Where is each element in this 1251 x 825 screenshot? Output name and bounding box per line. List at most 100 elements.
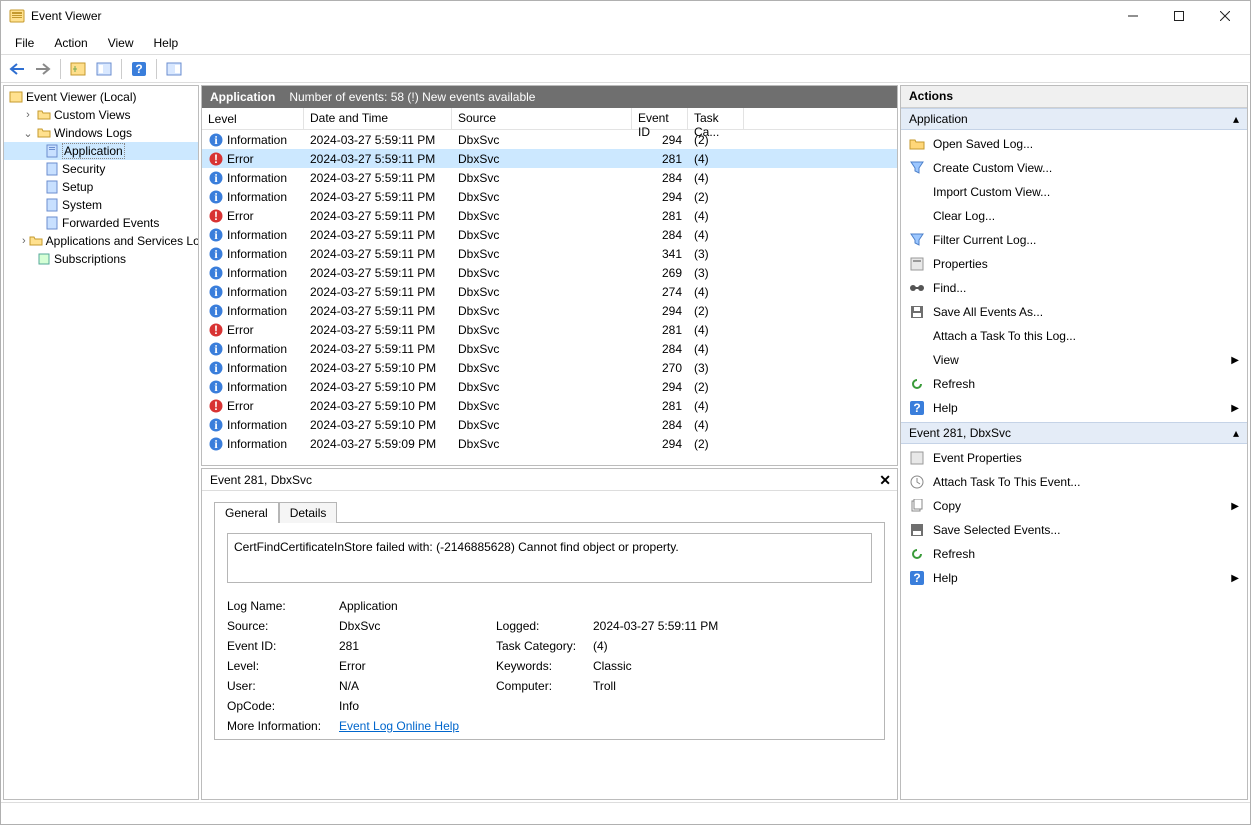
actions-pane: Actions Application ▴ Open Saved Log... … (900, 85, 1248, 800)
event-row[interactable]: !Error2024-03-27 5:59:11 PMDbxSvc281(4) (202, 206, 897, 225)
cell-eventid: 281 (632, 323, 688, 337)
tree-custom-views[interactable]: › Custom Views (4, 106, 198, 124)
event-list-header: Application Number of events: 58 (!) New… (202, 86, 897, 108)
lbl-keywords: Keywords: (496, 659, 591, 673)
svg-text:?: ? (135, 62, 142, 76)
event-row[interactable]: iInformation2024-03-27 5:59:10 PMDbxSvc2… (202, 415, 897, 434)
event-row[interactable]: iInformation2024-03-27 5:59:10 PMDbxSvc2… (202, 358, 897, 377)
val-source: DbxSvc (339, 619, 494, 633)
cell-task: (4) (688, 323, 744, 337)
tab-details[interactable]: Details (279, 502, 338, 523)
window-title: Event Viewer (31, 9, 1110, 23)
action-help-evt[interactable]: ?Help▶ (901, 566, 1247, 590)
nav-forward-button[interactable] (31, 57, 55, 81)
event-row[interactable]: iInformation2024-03-27 5:59:11 PMDbxSvc2… (202, 339, 897, 358)
action-save-all-events[interactable]: Save All Events As... (901, 300, 1247, 324)
expand-icon[interactable]: › (22, 109, 34, 121)
event-row[interactable]: iInformation2024-03-27 5:59:11 PMDbxSvc2… (202, 225, 897, 244)
action-open-saved-log[interactable]: Open Saved Log... (901, 132, 1247, 156)
action-clear-log[interactable]: Clear Log... (901, 204, 1247, 228)
info-icon: i (208, 265, 224, 281)
action-view[interactable]: View▶ (901, 348, 1247, 372)
event-row[interactable]: iInformation2024-03-27 5:59:11 PMDbxSvc2… (202, 168, 897, 187)
tree-security[interactable]: Security (4, 160, 198, 178)
action-find[interactable]: Find... (901, 276, 1247, 300)
show-actions-pane-button[interactable] (162, 57, 186, 81)
col-task[interactable]: Task Ca... (688, 108, 744, 129)
event-row[interactable]: !Error2024-03-27 5:59:10 PMDbxSvc281(4) (202, 396, 897, 415)
action-copy[interactable]: Copy▶ (901, 494, 1247, 518)
detail-close-button[interactable]: ✕ (879, 472, 891, 489)
nav-back-button[interactable] (5, 57, 29, 81)
event-row[interactable]: iInformation2024-03-27 5:59:11 PMDbxSvc2… (202, 282, 897, 301)
event-detail-panel: Event 281, DbxSvc ✕ General Details Cert… (201, 468, 898, 800)
tree-root[interactable]: Event Viewer (Local) (4, 88, 198, 106)
folder-icon (36, 107, 52, 123)
col-source[interactable]: Source (452, 108, 632, 129)
action-properties[interactable]: Properties (901, 252, 1247, 276)
tree-forwarded-events[interactable]: Forwarded Events (4, 214, 198, 232)
col-eventid[interactable]: Event ID (632, 108, 688, 129)
action-create-custom-view[interactable]: Create Custom View... (901, 156, 1247, 180)
minimize-button[interactable] (1110, 1, 1156, 31)
info-icon: i (208, 246, 224, 262)
tree-apps-services[interactable]: › Applications and Services Lo (4, 232, 198, 250)
menu-file[interactable]: File (5, 33, 44, 53)
event-row[interactable]: !Error2024-03-27 5:59:11 PMDbxSvc281(4) (202, 149, 897, 168)
action-attach-task-event[interactable]: Attach Task To This Event... (901, 470, 1247, 494)
close-button[interactable] (1202, 1, 1248, 31)
cell-eventid: 294 (632, 380, 688, 394)
menu-action[interactable]: Action (44, 33, 97, 53)
col-datetime[interactable]: Date and Time (304, 108, 452, 129)
lbl-more-info: More Information: (227, 719, 337, 733)
action-refresh-evt[interactable]: Refresh (901, 542, 1247, 566)
cell-datetime: 2024-03-27 5:59:10 PM (304, 418, 452, 432)
event-rows[interactable]: iInformation2024-03-27 5:59:11 PMDbxSvc2… (202, 130, 897, 465)
event-row[interactable]: iInformation2024-03-27 5:59:11 PMDbxSvc3… (202, 244, 897, 263)
collapse-icon[interactable]: ⌄ (22, 127, 34, 140)
col-level[interactable]: Level (202, 108, 304, 129)
show-hide-tree-button[interactable] (66, 57, 90, 81)
help-button[interactable]: ? (127, 57, 151, 81)
event-row[interactable]: iInformation2024-03-27 5:59:10 PMDbxSvc2… (202, 377, 897, 396)
info-icon: i (208, 170, 224, 186)
event-row[interactable]: iInformation2024-03-27 5:59:11 PMDbxSvc2… (202, 187, 897, 206)
action-refresh[interactable]: Refresh (901, 372, 1247, 396)
event-row[interactable]: iInformation2024-03-27 5:59:09 PMDbxSvc2… (202, 434, 897, 453)
column-headers[interactable]: Level Date and Time Source Event ID Task… (202, 108, 897, 130)
action-help[interactable]: ?Help▶ (901, 396, 1247, 420)
error-icon: ! (208, 322, 224, 338)
navigation-tree[interactable]: Event Viewer (Local) › Custom Views ⌄ Wi… (3, 85, 199, 800)
tab-general[interactable]: General (214, 502, 279, 523)
action-import-custom-view[interactable]: Import Custom View... (901, 180, 1247, 204)
menu-help[interactable]: Help (144, 33, 189, 53)
event-row[interactable]: iInformation2024-03-27 5:59:11 PMDbxSvc2… (202, 130, 897, 149)
cell-eventid: 284 (632, 418, 688, 432)
tree-system[interactable]: System (4, 196, 198, 214)
action-save-selected[interactable]: Save Selected Events... (901, 518, 1247, 542)
event-row[interactable]: iInformation2024-03-27 5:59:11 PMDbxSvc2… (202, 301, 897, 320)
tree-application[interactable]: Application (4, 142, 198, 160)
maximize-button[interactable] (1156, 1, 1202, 31)
cell-level: Information (227, 437, 287, 451)
actions-section-application[interactable]: Application ▴ (901, 108, 1247, 130)
tree-subscriptions[interactable]: Subscriptions (4, 250, 198, 268)
tree-windows-logs[interactable]: ⌄ Windows Logs (4, 124, 198, 142)
cell-source: DbxSvc (452, 380, 632, 394)
actions-section-event[interactable]: Event 281, DbxSvc ▴ (901, 422, 1247, 444)
folder-open-icon (909, 136, 925, 152)
subscription-icon (36, 251, 52, 267)
link-online-help[interactable]: Event Log Online Help (339, 719, 459, 733)
event-row[interactable]: iInformation2024-03-27 5:59:11 PMDbxSvc2… (202, 263, 897, 282)
expand-icon[interactable]: › (22, 235, 26, 247)
cell-level: Error (227, 152, 254, 166)
properties-button[interactable] (92, 57, 116, 81)
tree-setup[interactable]: Setup (4, 178, 198, 196)
menu-view[interactable]: View (98, 33, 144, 53)
event-row[interactable]: !Error2024-03-27 5:59:11 PMDbxSvc281(4) (202, 320, 897, 339)
action-filter-log[interactable]: Filter Current Log... (901, 228, 1247, 252)
action-event-properties[interactable]: Event Properties (901, 446, 1247, 470)
copy-icon (909, 498, 925, 514)
action-attach-task-log[interactable]: Attach a Task To this Log... (901, 324, 1247, 348)
cell-datetime: 2024-03-27 5:59:09 PM (304, 437, 452, 451)
